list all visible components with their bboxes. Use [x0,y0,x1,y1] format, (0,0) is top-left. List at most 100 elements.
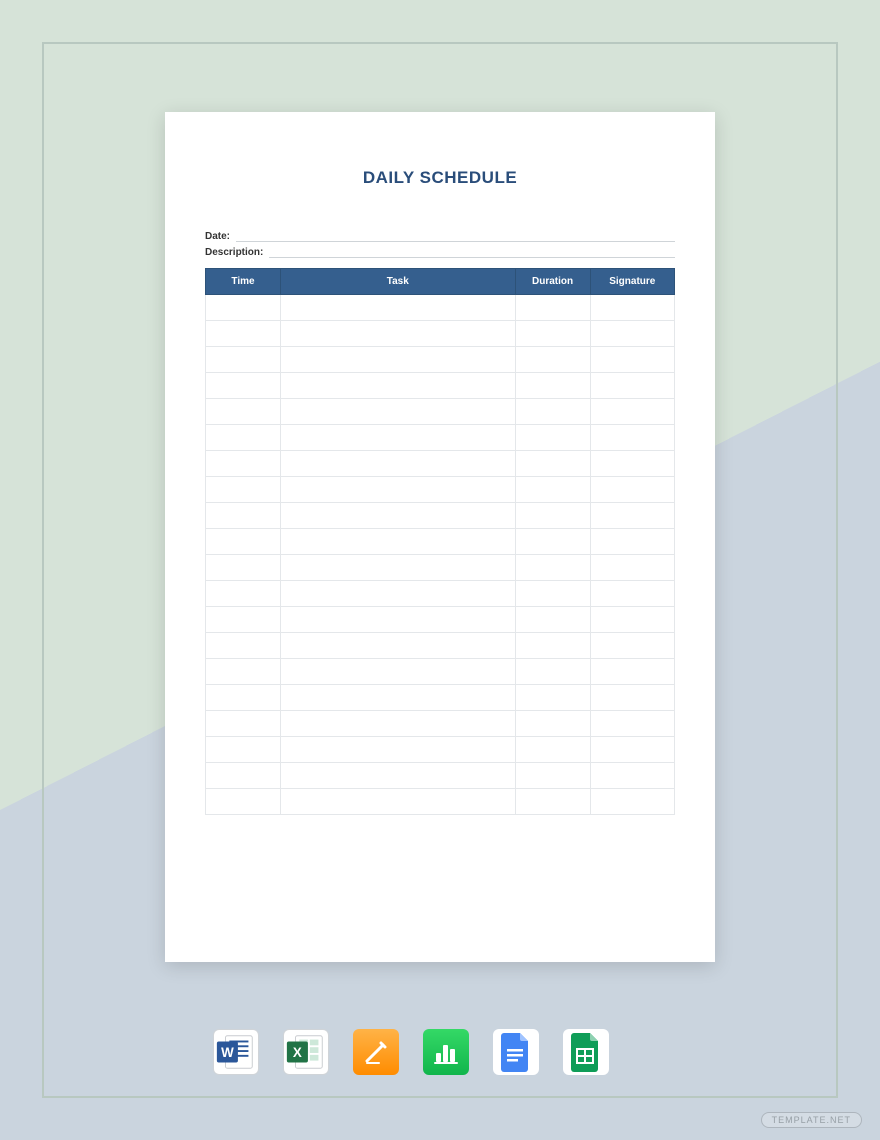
table-cell [590,737,674,763]
table-cell [281,685,516,711]
table-cell [281,763,516,789]
table-cell [515,373,590,399]
date-row: Date: [205,230,675,242]
table-cell [206,763,281,789]
table-cell [515,425,590,451]
table-cell [515,477,590,503]
word-icon[interactable]: W [213,1029,259,1075]
table-row [206,685,675,711]
description-underline [269,246,675,258]
table-cell [281,581,516,607]
table-cell [281,555,516,581]
table-cell [590,373,674,399]
table-cell [281,425,516,451]
table-cell [281,607,516,633]
table-cell [515,659,590,685]
table-body [206,295,675,815]
table-cell [515,529,590,555]
table-row [206,321,675,347]
table-cell [590,581,674,607]
table-row [206,659,675,685]
table-row [206,581,675,607]
table-cell [590,659,674,685]
table-cell [281,659,516,685]
table-cell [281,399,516,425]
table-cell [206,555,281,581]
col-header-signature: Signature [590,269,674,295]
table-cell [206,425,281,451]
gdocs-icon[interactable] [493,1029,539,1075]
table-cell [206,789,281,815]
table-row [206,373,675,399]
date-underline [236,230,675,242]
table-cell [206,581,281,607]
format-icon-strip: W X [213,1029,609,1075]
date-label: Date: [205,231,236,242]
table-row [206,737,675,763]
table-cell [281,295,516,321]
table-cell [515,685,590,711]
table-cell [515,763,590,789]
table-cell [281,529,516,555]
pages-icon[interactable] [353,1029,399,1075]
col-header-duration: Duration [515,269,590,295]
document-page: DAILY SCHEDULE Date: Description: Time T… [165,112,715,962]
background: DAILY SCHEDULE Date: Description: Time T… [0,0,880,1140]
schedule-table: Time Task Duration Signature [205,268,675,815]
table-cell [281,321,516,347]
table-cell [590,425,674,451]
table-header-row: Time Task Duration Signature [206,269,675,295]
table-row [206,399,675,425]
table-cell [206,477,281,503]
table-cell [206,321,281,347]
table-cell [590,607,674,633]
table-cell [515,789,590,815]
table-cell [590,347,674,373]
table-row [206,555,675,581]
table-row [206,451,675,477]
table-cell [206,373,281,399]
table-row [206,633,675,659]
table-cell [590,451,674,477]
table-cell [281,737,516,763]
table-cell [206,685,281,711]
table-cell [206,399,281,425]
page-title: DAILY SCHEDULE [205,168,675,188]
description-row: Description: [205,246,675,258]
table-row [206,503,675,529]
numbers-icon[interactable] [423,1029,469,1075]
table-cell [590,633,674,659]
table-cell [515,451,590,477]
table-cell [281,503,516,529]
table-row [206,295,675,321]
table-cell [515,399,590,425]
table-cell [590,555,674,581]
svg-text:X: X [293,1045,302,1060]
table-row [206,529,675,555]
table-cell [590,789,674,815]
table-cell [281,373,516,399]
gsheets-icon[interactable] [563,1029,609,1075]
table-cell [590,399,674,425]
table-row [206,789,675,815]
table-cell [515,295,590,321]
table-cell [590,711,674,737]
col-header-task: Task [281,269,516,295]
svg-text:W: W [221,1045,234,1060]
table-cell [515,503,590,529]
description-label: Description: [205,247,269,258]
table-cell [281,789,516,815]
table-cell [281,711,516,737]
table-cell [281,477,516,503]
table-cell [515,633,590,659]
table-cell [281,347,516,373]
table-row [206,711,675,737]
table-cell [206,347,281,373]
table-cell [281,633,516,659]
table-cell [206,711,281,737]
table-cell [206,529,281,555]
table-cell [515,711,590,737]
table-row [206,347,675,373]
excel-icon[interactable]: X [283,1029,329,1075]
table-cell [206,737,281,763]
